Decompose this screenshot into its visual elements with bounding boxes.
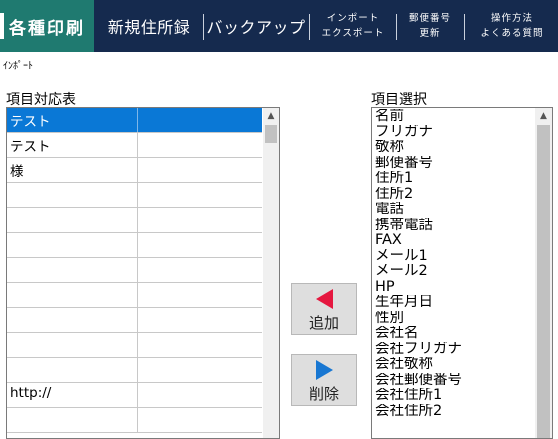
table-row[interactable]: 様 bbox=[7, 158, 262, 183]
table-row[interactable]: テスト bbox=[7, 108, 262, 133]
field-cell[interactable]: 様 bbox=[7, 158, 138, 182]
mapping-table-label: 項目対応表 bbox=[6, 92, 76, 108]
field-select-list[interactable]: 名前 フリガナ 敬称 郵便番号 住所1 住所2 電話 携帯電話 FAX メール1 メール2 HP 生年月… bbox=[371, 107, 553, 439]
list-item[interactable]: 住所1 bbox=[375, 171, 533, 187]
list-item[interactable]: フリガナ bbox=[375, 125, 533, 141]
list-item[interactable]: 敬称 bbox=[375, 140, 533, 156]
list-item[interactable]: 性別 bbox=[375, 311, 533, 327]
field-cell[interactable]: テスト bbox=[7, 133, 138, 157]
list-item[interactable]: 会社敬称 bbox=[375, 357, 533, 373]
field-cell[interactable] bbox=[7, 358, 138, 382]
nav-export-label: エクスポート bbox=[321, 28, 385, 39]
list-item[interactable]: メール2 bbox=[375, 264, 533, 280]
field-cell[interactable] bbox=[7, 233, 138, 257]
list-item[interactable]: 携帯電話 bbox=[375, 218, 533, 234]
field-select-items: 名前 フリガナ 敬称 郵便番号 住所1 住所2 電話 携帯電話 FAX メール1 メール2 HP 生年月… bbox=[375, 109, 533, 419]
nav-import-label: インポート bbox=[326, 13, 380, 24]
field-cell[interactable] bbox=[7, 183, 138, 207]
list-item[interactable]: メール1 bbox=[375, 249, 533, 265]
nav-divider bbox=[309, 14, 310, 40]
top-navigation-bar: 各種印刷 新規住所録 バックアップ インポート エクスポート 郵便番号 更新 操… bbox=[0, 0, 558, 52]
nav-import-export[interactable]: インポート エクスポート bbox=[314, 0, 392, 52]
nav-divider bbox=[203, 14, 204, 40]
page-title: ｲﾝﾎﾟｰﾄ bbox=[3, 61, 33, 72]
table-row[interactable] bbox=[7, 408, 262, 433]
right-arrow-icon bbox=[315, 360, 333, 380]
list-item[interactable]: 名前 bbox=[375, 109, 533, 125]
table-row[interactable] bbox=[7, 233, 262, 258]
table-row[interactable]: http:// bbox=[7, 383, 262, 408]
remove-button[interactable]: 削除 bbox=[291, 354, 357, 406]
mapped-field-cell[interactable] bbox=[138, 258, 262, 282]
table-row[interactable] bbox=[7, 183, 262, 208]
nav-postal-label: 郵便番号 bbox=[408, 13, 451, 24]
scroll-up-icon[interactable]: ▲ bbox=[263, 108, 279, 124]
list-item[interactable]: 会社住所1 bbox=[375, 388, 533, 404]
list-item[interactable]: 郵便番号 bbox=[375, 156, 533, 172]
field-cell[interactable] bbox=[7, 208, 138, 232]
add-button[interactable]: 追加 bbox=[291, 283, 357, 335]
list-item[interactable]: 会社住所2 bbox=[375, 404, 533, 420]
nav-backup[interactable]: バックアップ bbox=[206, 0, 306, 52]
remove-button-label: 削除 bbox=[308, 385, 339, 403]
list-item[interactable]: 会社郵便番号 bbox=[375, 373, 533, 389]
left-arrow-icon bbox=[315, 289, 333, 309]
mapped-field-cell[interactable] bbox=[138, 183, 262, 207]
table-row[interactable] bbox=[7, 258, 262, 283]
field-list-scrollbar[interactable]: ▲ bbox=[535, 108, 552, 438]
field-cell[interactable]: テスト bbox=[7, 108, 138, 132]
mapping-table[interactable]: テスト テスト様 http:// ▲ bbox=[6, 107, 280, 439]
field-cell[interactable]: http:// bbox=[7, 383, 138, 407]
nav-divider bbox=[464, 14, 465, 40]
field-cell[interactable] bbox=[7, 283, 138, 307]
scrollbar-thumb[interactable] bbox=[537, 125, 550, 438]
nav-active-marker bbox=[0, 13, 4, 39]
list-item[interactable]: 住所2 bbox=[375, 187, 533, 203]
mapped-field-cell[interactable] bbox=[138, 108, 262, 132]
mapped-field-cell[interactable] bbox=[138, 208, 262, 232]
field-select-label: 項目選択 bbox=[371, 92, 427, 108]
table-row[interactable] bbox=[7, 333, 262, 358]
mapped-field-cell[interactable] bbox=[138, 358, 262, 382]
list-item[interactable]: HP bbox=[375, 280, 533, 296]
nav-postal-update[interactable]: 郵便番号 更新 bbox=[400, 0, 460, 52]
nav-help[interactable]: 操作方法 よくある質問 bbox=[468, 0, 556, 52]
field-cell[interactable] bbox=[7, 258, 138, 282]
mapped-field-cell[interactable] bbox=[138, 283, 262, 307]
nav-print-label: 各種印刷 bbox=[9, 18, 85, 39]
nav-new-address-book[interactable]: 新規住所録 bbox=[100, 0, 198, 52]
list-item[interactable]: 電話 bbox=[375, 202, 533, 218]
table-row[interactable] bbox=[7, 308, 262, 333]
nav-faq-label: よくある質問 bbox=[480, 28, 544, 39]
scroll-up-icon[interactable]: ▲ bbox=[535, 108, 552, 124]
table-row[interactable] bbox=[7, 358, 262, 383]
table-row[interactable] bbox=[7, 283, 262, 308]
nav-divider bbox=[396, 14, 397, 40]
mapping-table-body: テスト テスト様 http:// bbox=[7, 108, 262, 433]
field-cell[interactable] bbox=[7, 408, 138, 432]
table-row[interactable]: テスト bbox=[7, 133, 262, 158]
nav-new-address-book-label: 新規住所録 bbox=[107, 18, 191, 37]
mapped-field-cell[interactable] bbox=[138, 308, 262, 332]
mapped-field-cell[interactable] bbox=[138, 133, 262, 157]
list-item[interactable]: 会社名 bbox=[375, 326, 533, 342]
mapped-field-cell[interactable] bbox=[138, 233, 262, 257]
list-item[interactable]: FAX bbox=[375, 233, 533, 249]
nav-how-to-label: 操作方法 bbox=[490, 13, 533, 24]
nav-print[interactable]: 各種印刷 bbox=[0, 0, 94, 52]
mapping-table-scrollbar[interactable]: ▲ bbox=[263, 108, 279, 438]
field-cell[interactable] bbox=[7, 308, 138, 332]
mapped-field-cell[interactable] bbox=[138, 158, 262, 182]
mapped-field-cell[interactable] bbox=[138, 383, 262, 407]
list-item[interactable]: 会社フリガナ bbox=[375, 342, 533, 358]
nav-update-label: 更新 bbox=[419, 28, 441, 39]
mapped-field-cell[interactable] bbox=[138, 408, 262, 432]
field-cell[interactable] bbox=[7, 333, 138, 357]
nav-backup-label: バックアップ bbox=[206, 18, 306, 37]
list-item[interactable]: 生年月日 bbox=[375, 295, 533, 311]
mapped-field-cell[interactable] bbox=[138, 333, 262, 357]
table-row[interactable] bbox=[7, 208, 262, 233]
scrollbar-thumb[interactable] bbox=[265, 125, 277, 143]
add-button-label: 追加 bbox=[308, 314, 339, 332]
